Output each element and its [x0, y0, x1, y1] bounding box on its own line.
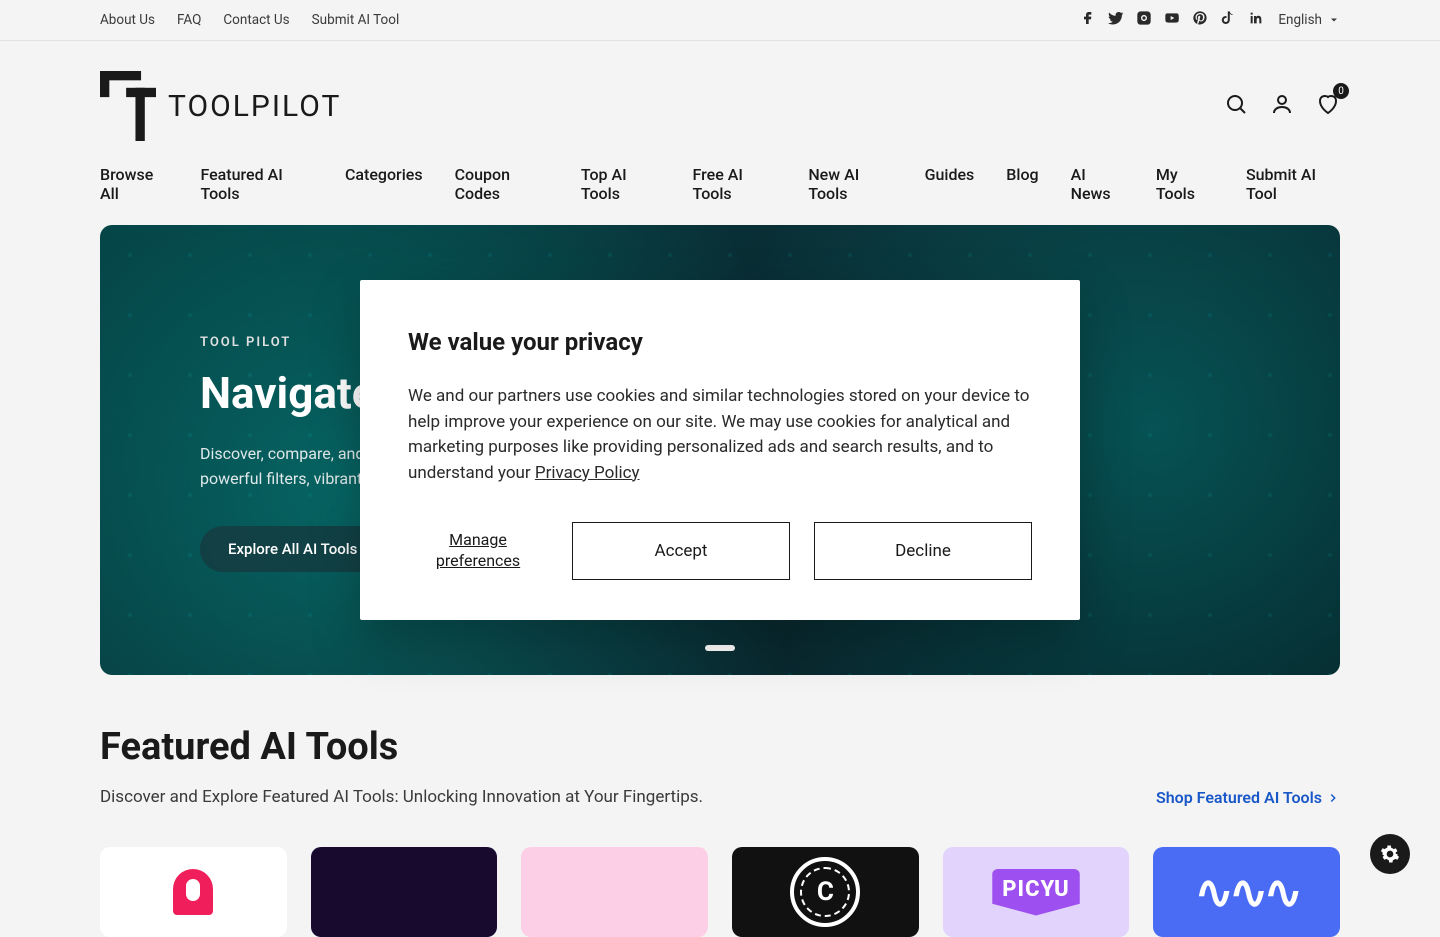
modal-title: We value your privacy	[408, 328, 1032, 356]
privacy-policy-link[interactable]: Privacy Policy	[535, 463, 640, 483]
cookie-modal-box: We value your privacy We and our partner…	[360, 280, 1080, 620]
modal-body: We and our partners use cookies and simi…	[408, 384, 1032, 486]
manage-preferences-link[interactable]: Manage preferences	[408, 530, 548, 572]
decline-button[interactable]: Decline	[814, 522, 1032, 580]
accept-button[interactable]: Accept	[572, 522, 790, 580]
cookie-modal: We value your privacy We and our partner…	[0, 0, 1440, 900]
